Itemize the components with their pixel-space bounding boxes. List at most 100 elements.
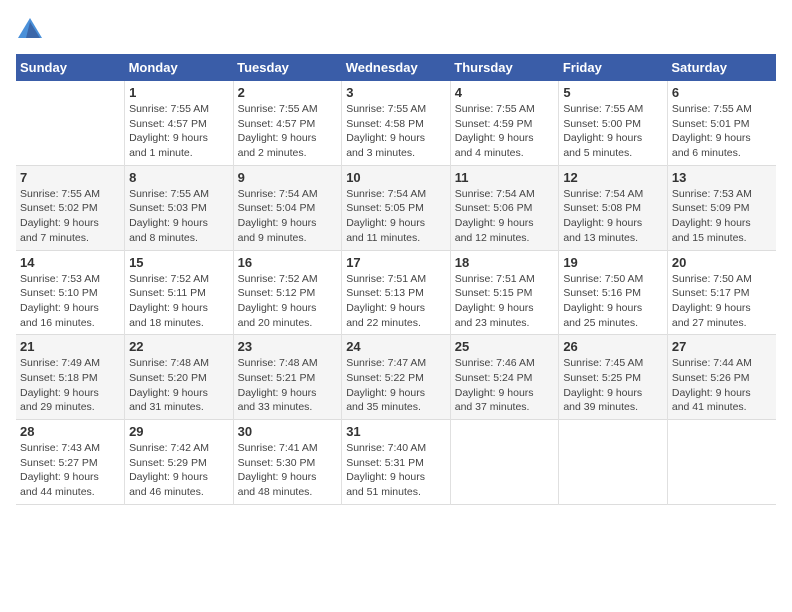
calendar-week-row: 21 Sunrise: 7:49 AM Sunset: 5:18 PM Dayli…: [16, 335, 776, 420]
day-number: 25: [455, 339, 555, 354]
weekday-header-row: SundayMondayTuesdayWednesdayThursdayFrid…: [16, 54, 776, 81]
day-number: 30: [238, 424, 338, 439]
calendar-body: 1 Sunrise: 7:55 AM Sunset: 4:57 PM Daylig…: [16, 81, 776, 504]
calendar-cell: 16Sunrise: 7:52 AM Sunset: 5:12 PM Dayli…: [233, 250, 342, 335]
day-number: 8: [129, 170, 229, 185]
calendar-cell: 24 Sunrise: 7:47 AM Sunset: 5:22 PM Dayli…: [342, 335, 451, 420]
calendar-cell: [559, 420, 668, 505]
day-info: Sunrise: 7:53 AM Sunset: 5:09 PM Dayligh…: [672, 187, 772, 246]
day-info: Sunrise: 7:50 AM Sunset: 5:16 PM Dayligh…: [563, 272, 663, 331]
day-number: 15: [129, 255, 229, 270]
day-info: Sunrise: 7:46 AM Sunset: 5:24 PM Dayligh…: [455, 356, 555, 415]
calendar-cell: [667, 420, 776, 505]
day-info: Sunrise: 7:54 AM Sunset: 5:06 PM Dayligh…: [455, 187, 555, 246]
calendar-cell: 14Sunrise: 7:53 AM Sunset: 5:10 PM Dayli…: [16, 250, 125, 335]
calendar-table: SundayMondayTuesdayWednesdayThursdayFrid…: [16, 54, 776, 505]
weekday-header-cell: Tuesday: [233, 54, 342, 81]
day-info: Sunrise: 7:51 AM Sunset: 5:13 PM Dayligh…: [346, 272, 446, 331]
calendar-cell: [16, 81, 125, 165]
day-info: Sunrise: 7:44 AM Sunset: 5:26 PM Dayligh…: [672, 356, 772, 415]
calendar-cell: 10Sunrise: 7:54 AM Sunset: 5:05 PM Dayli…: [342, 165, 451, 250]
day-number: 11: [455, 170, 555, 185]
calendar-cell: 26 Sunrise: 7:45 AM Sunset: 5:25 PM Dayli…: [559, 335, 668, 420]
day-info: Sunrise: 7:50 AM Sunset: 5:17 PM Dayligh…: [672, 272, 772, 331]
calendar-cell: 8 Sunrise: 7:55 AM Sunset: 5:03 PM Daylig…: [125, 165, 234, 250]
day-info: Sunrise: 7:55 AM Sunset: 4:58 PM Dayligh…: [346, 102, 446, 161]
day-number: 7: [20, 170, 120, 185]
day-number: 27: [672, 339, 772, 354]
day-number: 5: [563, 85, 663, 100]
day-info: Sunrise: 7:47 AM Sunset: 5:22 PM Dayligh…: [346, 356, 446, 415]
calendar-cell: 15Sunrise: 7:52 AM Sunset: 5:11 PM Dayli…: [125, 250, 234, 335]
logo-icon: [16, 16, 44, 44]
day-number: 14: [20, 255, 120, 270]
day-number: 23: [238, 339, 338, 354]
calendar-week-row: 1 Sunrise: 7:55 AM Sunset: 4:57 PM Daylig…: [16, 81, 776, 165]
calendar-cell: 12 Sunrise: 7:54 AM Sunset: 5:08 PM Dayli…: [559, 165, 668, 250]
day-number: 16: [238, 255, 338, 270]
calendar-week-row: 7 Sunrise: 7:55 AM Sunset: 5:02 PM Daylig…: [16, 165, 776, 250]
day-number: 21: [20, 339, 120, 354]
calendar-cell: [450, 420, 559, 505]
day-info: Sunrise: 7:40 AM Sunset: 5:31 PM Dayligh…: [346, 441, 446, 500]
calendar-cell: 20 Sunrise: 7:50 AM Sunset: 5:17 PM Dayli…: [667, 250, 776, 335]
day-number: 6: [672, 85, 772, 100]
day-info: Sunrise: 7:43 AM Sunset: 5:27 PM Dayligh…: [20, 441, 120, 500]
weekday-header-cell: Thursday: [450, 54, 559, 81]
day-number: 17: [346, 255, 446, 270]
day-info: Sunrise: 7:55 AM Sunset: 5:02 PM Dayligh…: [20, 187, 120, 246]
day-info: Sunrise: 7:55 AM Sunset: 4:57 PM Dayligh…: [129, 102, 229, 161]
calendar-cell: 3 Sunrise: 7:55 AM Sunset: 4:58 PM Daylig…: [342, 81, 451, 165]
day-number: 13: [672, 170, 772, 185]
calendar-week-row: 28Sunrise: 7:43 AM Sunset: 5:27 PM Dayli…: [16, 420, 776, 505]
calendar-cell: 6 Sunrise: 7:55 AM Sunset: 5:01 PM Daylig…: [667, 81, 776, 165]
calendar-cell: 23 Sunrise: 7:48 AM Sunset: 5:21 PM Dayli…: [233, 335, 342, 420]
day-number: 3: [346, 85, 446, 100]
day-number: 4: [455, 85, 555, 100]
day-info: Sunrise: 7:55 AM Sunset: 4:59 PM Dayligh…: [455, 102, 555, 161]
day-info: Sunrise: 7:49 AM Sunset: 5:18 PM Dayligh…: [20, 356, 120, 415]
day-info: Sunrise: 7:45 AM Sunset: 5:25 PM Dayligh…: [563, 356, 663, 415]
calendar-cell: 28Sunrise: 7:43 AM Sunset: 5:27 PM Dayli…: [16, 420, 125, 505]
calendar-week-row: 14Sunrise: 7:53 AM Sunset: 5:10 PM Dayli…: [16, 250, 776, 335]
day-number: 26: [563, 339, 663, 354]
day-number: 20: [672, 255, 772, 270]
calendar-cell: 7 Sunrise: 7:55 AM Sunset: 5:02 PM Daylig…: [16, 165, 125, 250]
day-info: Sunrise: 7:48 AM Sunset: 5:21 PM Dayligh…: [238, 356, 338, 415]
day-number: 19: [563, 255, 663, 270]
day-info: Sunrise: 7:48 AM Sunset: 5:20 PM Dayligh…: [129, 356, 229, 415]
calendar-cell: 25 Sunrise: 7:46 AM Sunset: 5:24 PM Dayli…: [450, 335, 559, 420]
calendar-cell: 29Sunrise: 7:42 AM Sunset: 5:29 PM Dayli…: [125, 420, 234, 505]
calendar-cell: 31Sunrise: 7:40 AM Sunset: 5:31 PM Dayli…: [342, 420, 451, 505]
calendar-cell: 18Sunrise: 7:51 AM Sunset: 5:15 PM Dayli…: [450, 250, 559, 335]
day-number: 2: [238, 85, 338, 100]
calendar-cell: 13 Sunrise: 7:53 AM Sunset: 5:09 PM Dayli…: [667, 165, 776, 250]
day-info: Sunrise: 7:55 AM Sunset: 5:00 PM Dayligh…: [563, 102, 663, 161]
calendar-cell: 9 Sunrise: 7:54 AM Sunset: 5:04 PM Daylig…: [233, 165, 342, 250]
calendar-cell: 2Sunrise: 7:55 AM Sunset: 4:57 PM Daylig…: [233, 81, 342, 165]
weekday-header-cell: Saturday: [667, 54, 776, 81]
weekday-header-cell: Friday: [559, 54, 668, 81]
day-number: 9: [238, 170, 338, 185]
calendar-cell: 11 Sunrise: 7:54 AM Sunset: 5:06 PM Dayli…: [450, 165, 559, 250]
day-info: Sunrise: 7:55 AM Sunset: 5:03 PM Dayligh…: [129, 187, 229, 246]
day-info: Sunrise: 7:54 AM Sunset: 5:08 PM Dayligh…: [563, 187, 663, 246]
day-info: Sunrise: 7:55 AM Sunset: 5:01 PM Dayligh…: [672, 102, 772, 161]
calendar-cell: 21 Sunrise: 7:49 AM Sunset: 5:18 PM Dayli…: [16, 335, 125, 420]
calendar-cell: 30Sunrise: 7:41 AM Sunset: 5:30 PM Dayli…: [233, 420, 342, 505]
day-number: 12: [563, 170, 663, 185]
day-number: 24: [346, 339, 446, 354]
day-info: Sunrise: 7:54 AM Sunset: 5:04 PM Dayligh…: [238, 187, 338, 246]
header: [16, 16, 776, 44]
day-number: 18: [455, 255, 555, 270]
weekday-header-cell: Wednesday: [342, 54, 451, 81]
day-number: 29: [129, 424, 229, 439]
day-number: 1: [129, 85, 229, 100]
day-number: 10: [346, 170, 446, 185]
calendar-cell: 5 Sunrise: 7:55 AM Sunset: 5:00 PM Daylig…: [559, 81, 668, 165]
day-number: 22: [129, 339, 229, 354]
calendar-cell: 22 Sunrise: 7:48 AM Sunset: 5:20 PM Dayli…: [125, 335, 234, 420]
weekday-header-cell: Sunday: [16, 54, 125, 81]
weekday-header-cell: Monday: [125, 54, 234, 81]
logo: [16, 16, 48, 44]
